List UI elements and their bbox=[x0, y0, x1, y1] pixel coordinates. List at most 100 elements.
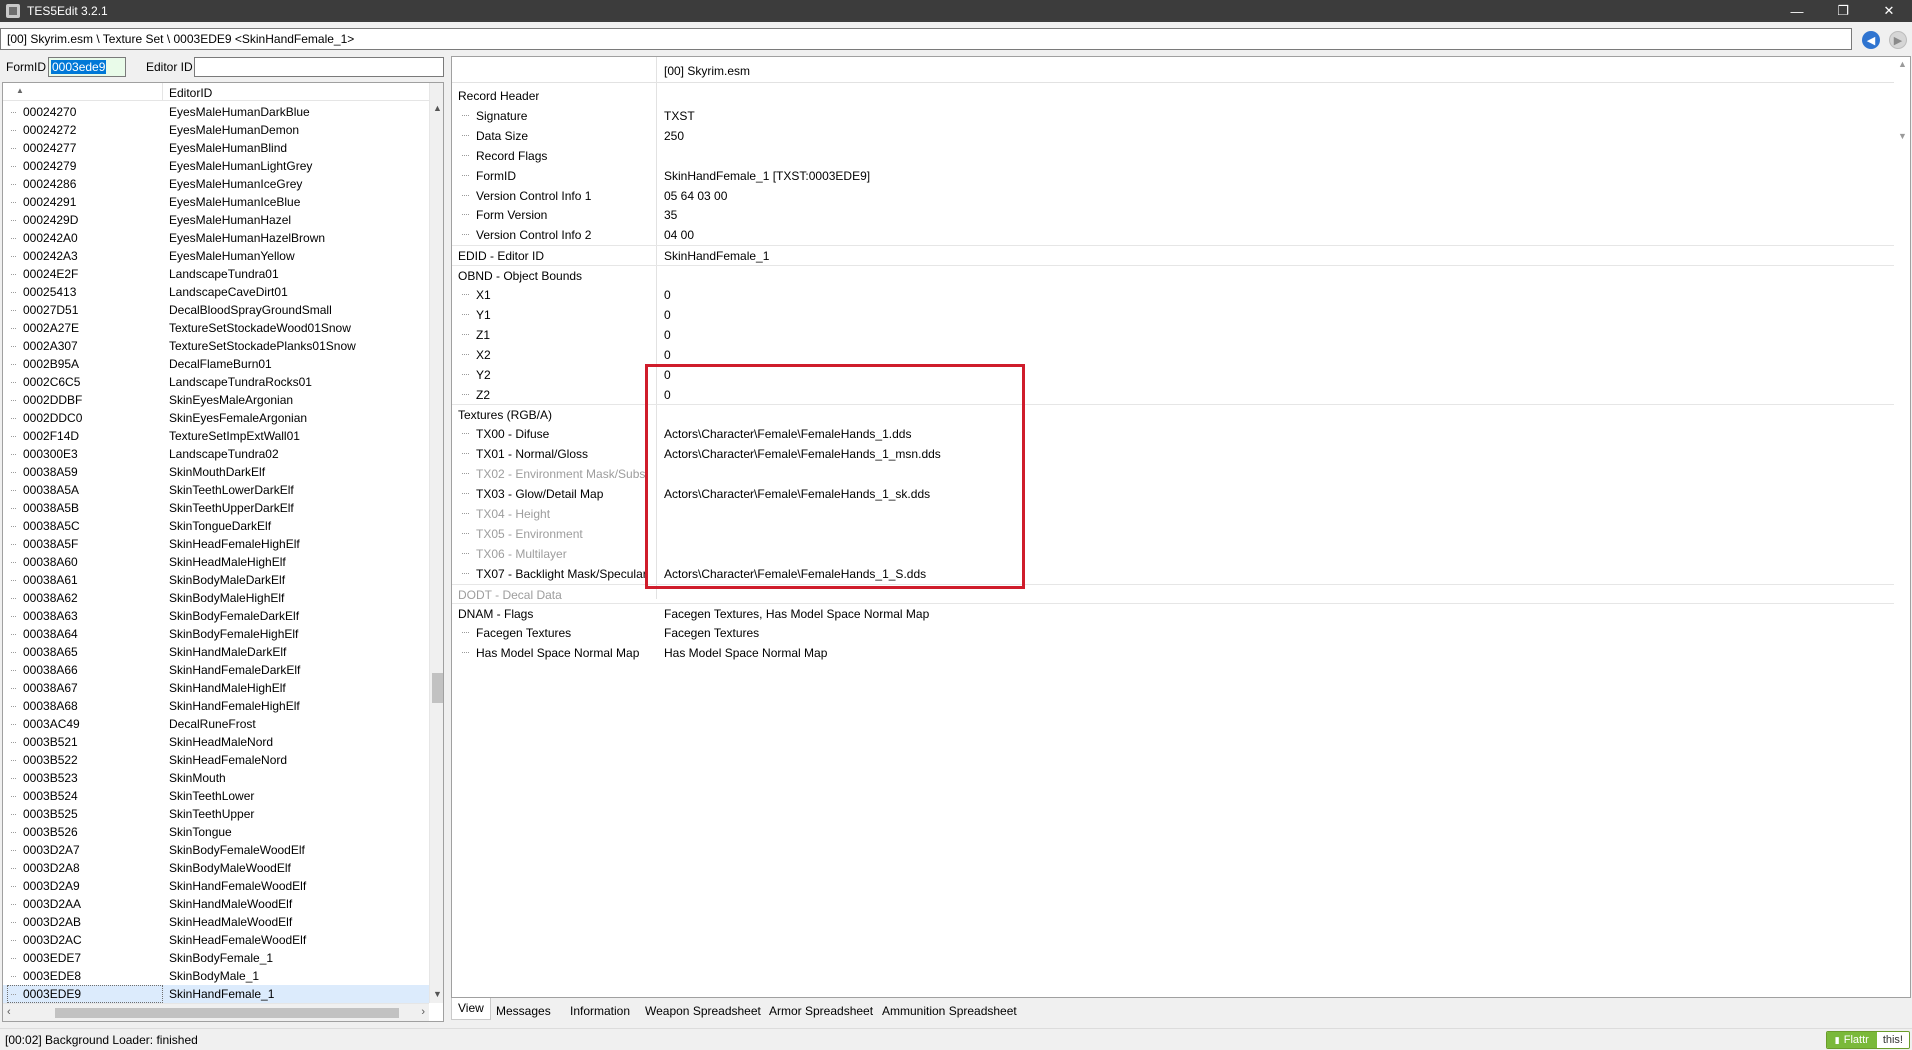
record-field-row[interactable]: Data Size 250 bbox=[452, 126, 1896, 144]
scrollbar-thumb[interactable] bbox=[432, 673, 443, 703]
field-value[interactable]: 05 64 03 00 bbox=[664, 189, 727, 203]
plugin-column-header[interactable]: [00] Skyrim.esm bbox=[664, 64, 750, 78]
field-value[interactable]: TXST bbox=[664, 109, 695, 123]
list-item[interactable]: 000300E3 LandscapeTundra02 bbox=[3, 445, 429, 463]
list-item[interactable]: 0002DDBF SkinEyesMaleArgonian bbox=[3, 391, 429, 409]
editorid-input[interactable] bbox=[194, 57, 444, 77]
record-field-row[interactable]: DNAM - Flags Facegen Textures, Has Model … bbox=[452, 603, 1896, 621]
list-item[interactable]: 0003B526 SkinTongue bbox=[3, 823, 429, 841]
list-item[interactable]: 00024E2F LandscapeTundra01 bbox=[3, 265, 429, 283]
list-item[interactable]: 000242A0 EyesMaleHumanHazelBrown bbox=[3, 229, 429, 247]
list-item[interactable]: 0003EDE9 SkinHandFemale_1 bbox=[3, 985, 429, 1003]
field-value[interactable]: 0 bbox=[664, 288, 671, 302]
record-list-vertical-scrollbar[interactable]: ▲ ▼ bbox=[429, 83, 443, 1003]
field-value[interactable]: Facegen Textures bbox=[664, 626, 759, 640]
field-value[interactable]: 35 bbox=[664, 208, 677, 222]
list-item[interactable]: 0003D2AC SkinHeadFemaleWoodElf bbox=[3, 931, 429, 949]
record-path-field[interactable]: [00] Skyrim.esm \ Texture Set \ 0003EDE9… bbox=[0, 28, 1852, 50]
list-item[interactable]: 00024286 EyesMaleHumanIceGrey bbox=[3, 175, 429, 193]
list-item[interactable]: 00038A5F SkinHeadFemaleHighElf bbox=[3, 535, 429, 553]
field-value[interactable]: 0 bbox=[664, 328, 671, 342]
list-item[interactable]: 00025413 LandscapeCaveDirt01 bbox=[3, 283, 429, 301]
list-item[interactable]: 00038A63 SkinBodyFemaleDarkElf bbox=[3, 607, 429, 625]
list-item[interactable]: 0003D2AB SkinHeadMaleWoodElf bbox=[3, 913, 429, 931]
minimize-button[interactable]: — bbox=[1774, 0, 1820, 22]
field-value[interactable]: 0 bbox=[664, 348, 671, 362]
list-item[interactable]: 00038A61 SkinBodyMaleDarkElf bbox=[3, 571, 429, 589]
record-field-row[interactable]: Y1 0 bbox=[452, 305, 1896, 323]
list-item[interactable]: 0003D2AA SkinHandMaleWoodElf bbox=[3, 895, 429, 913]
record-field-row[interactable]: Record Header bbox=[452, 86, 1896, 104]
close-button[interactable]: ✕ bbox=[1866, 0, 1912, 22]
list-item[interactable]: 00038A64 SkinBodyFemaleHighElf bbox=[3, 625, 429, 643]
record-field-row[interactable]: OBND - Object Bounds bbox=[452, 265, 1896, 283]
tab-armor-spreadsheet[interactable]: Armor Spreadsheet bbox=[762, 1000, 880, 1020]
field-value[interactable]: 250 bbox=[664, 129, 684, 143]
tab-weapon-spreadsheet[interactable]: Weapon Spreadsheet bbox=[638, 1000, 768, 1020]
list-item[interactable]: 0003B521 SkinHeadMaleNord bbox=[3, 733, 429, 751]
editorid-column-header[interactable]: EditorID bbox=[162, 83, 218, 101]
tab-information[interactable]: Information bbox=[563, 1000, 637, 1020]
list-item[interactable]: 0003EDE7 SkinBodyFemale_1 bbox=[3, 949, 429, 967]
tab-view[interactable]: View bbox=[451, 998, 491, 1020]
scrollbar-thumb[interactable] bbox=[55, 1008, 399, 1018]
sort-ascending-icon[interactable]: ▲ bbox=[16, 86, 24, 95]
flattr-button[interactable]: Flattr this! bbox=[1825, 1031, 1910, 1049]
list-item[interactable]: 00038A5B SkinTeethUpperDarkElf bbox=[3, 499, 429, 517]
list-item[interactable]: 0003D2A9 SkinHandFemaleWoodElf bbox=[3, 877, 429, 895]
list-item[interactable]: 0003B524 SkinTeethLower bbox=[3, 787, 429, 805]
record-field-row[interactable]: Z1 0 bbox=[452, 325, 1896, 343]
list-item[interactable]: 00038A60 SkinHeadMaleHighElf bbox=[3, 553, 429, 571]
list-item[interactable]: 0003D2A8 SkinBodyMaleWoodElf bbox=[3, 859, 429, 877]
list-item[interactable]: 00024279 EyesMaleHumanLightGrey bbox=[3, 157, 429, 175]
list-item[interactable]: 00038A66 SkinHandFemaleDarkElf bbox=[3, 661, 429, 679]
scroll-down-icon[interactable]: ▼ bbox=[1898, 131, 1907, 141]
list-item[interactable]: 0002F14D TextureSetImpExtWall01 bbox=[3, 427, 429, 445]
list-item[interactable]: 0003B522 SkinHeadFemaleNord bbox=[3, 751, 429, 769]
list-item[interactable]: 0002429D EyesMaleHumanHazel bbox=[3, 211, 429, 229]
field-value[interactable]: 04 00 bbox=[664, 228, 694, 242]
list-item[interactable]: 0002A27E TextureSetStockadeWood01Snow bbox=[3, 319, 429, 337]
list-item[interactable]: 000242A3 EyesMaleHumanYellow bbox=[3, 247, 429, 265]
maximize-button[interactable]: ❐ bbox=[1820, 0, 1866, 22]
record-field-row[interactable]: Signature TXST bbox=[452, 106, 1896, 124]
scroll-right-icon[interactable]: › bbox=[421, 1006, 425, 1018]
list-item[interactable]: 0003EDE8 SkinBodyMale_1 bbox=[3, 967, 429, 985]
list-item[interactable]: 00038A65 SkinHandMaleDarkElf bbox=[3, 643, 429, 661]
list-item[interactable]: 0003D2A7 SkinBodyFemaleWoodElf bbox=[3, 841, 429, 859]
list-item[interactable]: 00038A5C SkinTongueDarkElf bbox=[3, 517, 429, 535]
list-item[interactable]: 00038A68 SkinHandFemaleHighElf bbox=[3, 697, 429, 715]
list-item[interactable]: 00024277 EyesMaleHumanBlind bbox=[3, 139, 429, 157]
tab-messages[interactable]: Messages bbox=[489, 1000, 558, 1020]
back-arrow-icon[interactable]: ◀ bbox=[1862, 31, 1880, 49]
list-item[interactable]: 0003AC49 DecalRuneFrost bbox=[3, 715, 429, 733]
list-item[interactable]: 00038A62 SkinBodyMaleHighElf bbox=[3, 589, 429, 607]
record-list-horizontal-scrollbar[interactable]: ‹ › bbox=[3, 1003, 429, 1021]
pane-splitter[interactable] bbox=[446, 56, 450, 1024]
record-field-row[interactable]: Record Flags bbox=[452, 146, 1896, 164]
formid-input[interactable]: 0003ede9 bbox=[48, 57, 126, 77]
list-item[interactable]: 00024270 EyesMaleHumanDarkBlue bbox=[3, 103, 429, 121]
list-item[interactable]: 00038A67 SkinHandMaleHighElf bbox=[3, 679, 429, 697]
field-value[interactable]: Facegen Textures, Has Model Space Normal… bbox=[664, 607, 929, 621]
list-item[interactable]: 0002B95A DecalFlameBurn01 bbox=[3, 355, 429, 373]
list-item[interactable]: 00027D51 DecalBloodSprayGroundSmall bbox=[3, 301, 429, 319]
scroll-down-icon[interactable]: ▼ bbox=[433, 989, 442, 999]
record-field-row[interactable]: X2 0 bbox=[452, 345, 1896, 363]
list-item[interactable]: 00038A59 SkinMouthDarkElf bbox=[3, 463, 429, 481]
record-field-row[interactable]: Version Control Info 2 04 00 bbox=[452, 225, 1896, 243]
list-item[interactable]: 0002C6C5 LandscapeTundraRocks01 bbox=[3, 373, 429, 391]
record-field-row[interactable]: Form Version 35 bbox=[452, 205, 1896, 223]
scroll-left-icon[interactable]: ‹ bbox=[7, 1006, 11, 1018]
forward-arrow-icon[interactable]: ▶ bbox=[1889, 31, 1907, 49]
list-item[interactable]: 0002DDC0 SkinEyesFemaleArgonian bbox=[3, 409, 429, 427]
list-item[interactable]: 0003B523 SkinMouth bbox=[3, 769, 429, 787]
list-item[interactable]: 0003B525 SkinTeethUpper bbox=[3, 805, 429, 823]
record-view-scrollbar[interactable]: ▲ ▼ bbox=[1894, 57, 1910, 997]
scroll-up-icon[interactable]: ▲ bbox=[1898, 59, 1907, 69]
record-field-row[interactable]: Version Control Info 1 05 64 03 00 bbox=[452, 186, 1896, 204]
list-item[interactable]: 00024291 EyesMaleHumanIceBlue bbox=[3, 193, 429, 211]
scroll-up-icon[interactable]: ▲ bbox=[433, 103, 442, 113]
list-item[interactable]: 00024272 EyesMaleHumanDemon bbox=[3, 121, 429, 139]
field-value[interactable]: SkinHandFemale_1 bbox=[664, 249, 769, 263]
